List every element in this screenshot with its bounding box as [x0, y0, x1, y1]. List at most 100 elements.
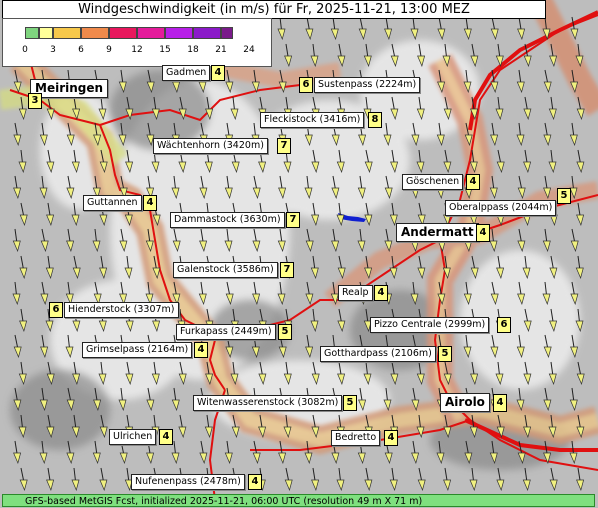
wind-arrow — [575, 467, 584, 491]
wind-arrow — [362, 361, 371, 385]
wind-arrow — [66, 440, 75, 464]
wind-arrow — [490, 281, 499, 305]
wind-arrow — [19, 467, 28, 491]
legend-color-swatch — [25, 27, 39, 39]
location-label-ulrichen: Ulrichen — [109, 429, 157, 445]
model-info-footer: GFS-based MetGIS Fcst, initialized 2025-… — [2, 494, 595, 507]
wind-arrow — [569, 16, 578, 40]
wind-arrow — [443, 414, 452, 438]
wind-arrow — [303, 175, 312, 199]
wind-arrow — [410, 122, 419, 146]
wind-arrow — [517, 175, 526, 199]
wind-arrow — [570, 228, 579, 252]
wind-arrow — [515, 387, 524, 411]
wind-arrow — [464, 122, 473, 146]
wind-arrow — [415, 149, 424, 173]
wind-arrow — [198, 228, 207, 252]
wind-arrow — [224, 175, 233, 199]
wind-arrow — [251, 281, 260, 305]
location-label-pizzo-centrale: Pizzo Centrale (2999m) — [370, 317, 490, 333]
wind-arrow — [443, 361, 452, 385]
wind-arrow — [468, 467, 477, 491]
wind-arrow — [72, 361, 81, 385]
wind-value-gadmen: 4 — [211, 65, 225, 81]
wind-arrow — [284, 43, 293, 67]
location-label-oberalppass: Oberalppass (2044m) — [445, 200, 557, 216]
wind-arrow — [390, 149, 399, 173]
wind-arrow — [516, 281, 525, 305]
wind-arrow — [357, 387, 366, 411]
wind-arrow — [331, 175, 340, 199]
wind-arrow — [569, 69, 578, 93]
legend-tick-label: 0 — [22, 45, 28, 55]
wind-arrow — [416, 255, 425, 279]
wind-arrow — [66, 387, 75, 411]
wind-value-pizzo-centrale: 6 — [497, 317, 511, 333]
wind-arrow — [283, 414, 292, 438]
wind-arrow — [495, 361, 504, 385]
wind-arrow — [417, 202, 426, 226]
wind-arrow — [523, 43, 532, 67]
wind-arrow — [543, 69, 552, 93]
wind-value-oberalppass: 5 — [557, 188, 571, 204]
location-label-dammastock: Dammastock (3630m) — [170, 212, 285, 228]
wind-arrow — [146, 69, 155, 93]
wind-arrow — [462, 69, 471, 93]
wind-arrow — [384, 175, 393, 199]
wind-arrow — [171, 387, 180, 411]
wind-arrow — [71, 414, 80, 438]
wind-value-nufenenpass: 4 — [248, 474, 262, 490]
wind-arrow — [549, 255, 558, 279]
wind-arrow — [224, 440, 233, 464]
wind-value-andermatt: 4 — [476, 224, 490, 242]
wind-arrow — [331, 228, 340, 252]
wind-arrow — [574, 43, 583, 67]
wind-arrow — [364, 149, 373, 173]
wind-arrow — [489, 440, 498, 464]
wind-arrow — [437, 69, 446, 93]
wind-arrow — [204, 414, 213, 438]
wind-arrow — [171, 175, 180, 199]
wind-arrow — [98, 467, 107, 491]
wind-arrow — [416, 43, 425, 67]
wind-arrow — [277, 228, 286, 252]
wind-arrow — [66, 175, 75, 199]
wind-arrow — [358, 16, 367, 40]
wind-arrow — [283, 361, 292, 385]
wind-arrow — [230, 96, 239, 120]
wind-arrow — [569, 387, 578, 411]
wind-arrow — [437, 16, 446, 40]
wind-arrow — [410, 387, 419, 411]
wind-arrow — [469, 361, 478, 385]
wind-arrow — [39, 334, 48, 358]
wind-arrow — [72, 255, 81, 279]
wind-arrow — [278, 440, 287, 464]
wind-arrow — [18, 361, 27, 385]
wind-arrow — [522, 467, 531, 491]
wind-arrow — [363, 255, 372, 279]
wind-arrow — [409, 16, 418, 40]
wind-arrow — [363, 43, 372, 67]
wind-arrow — [278, 69, 287, 93]
wind-arrow — [390, 361, 399, 385]
location-label-gotthardpass: Gotthardpass (2106m) — [320, 346, 436, 362]
wind-value-gotthardpass: 5 — [438, 346, 452, 362]
wind-arrow — [522, 361, 531, 385]
wind-value-goeschenen: 4 — [466, 174, 480, 190]
wind-arrow — [548, 149, 557, 173]
wind-arrow — [522, 96, 531, 120]
wind-arrow — [489, 175, 498, 199]
legend-color-swatch — [109, 27, 137, 39]
wind-arrow — [124, 255, 133, 279]
wind-arrow — [19, 202, 28, 226]
wind-arrow — [330, 16, 339, 40]
wind-arrow — [19, 255, 28, 279]
wind-arrow — [224, 228, 233, 252]
wind-arrow — [151, 361, 160, 385]
wind-arrow — [410, 440, 419, 464]
wind-arrow — [310, 202, 319, 226]
wind-arrow — [18, 414, 27, 438]
wind-arrow — [523, 308, 532, 332]
wind-arrow — [178, 96, 187, 120]
wind-arrow — [336, 149, 345, 173]
